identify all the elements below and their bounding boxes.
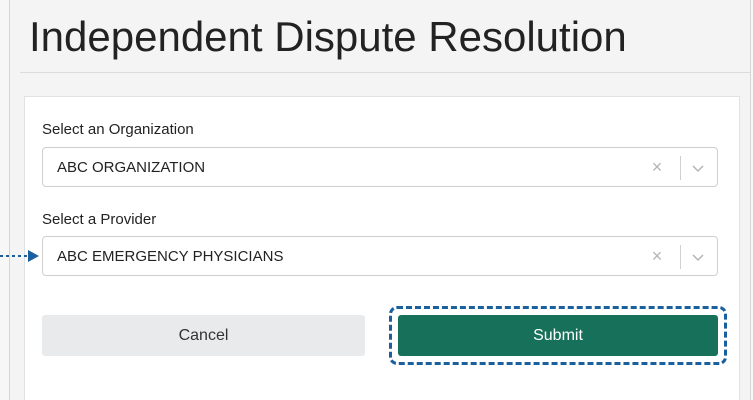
submit-highlight — [389, 306, 727, 365]
organization-select[interactable]: ABC ORGANIZATION × — [42, 147, 718, 187]
provider-label: Select a Provider — [42, 211, 157, 228]
page-title: Independent Dispute Resolution — [29, 13, 627, 60]
close-icon[interactable]: × — [649, 158, 665, 176]
chevron-down-icon[interactable] — [691, 161, 705, 175]
provider-selected-value: ABC EMERGENCY PHYSICIANS — [57, 248, 284, 265]
title-divider — [20, 72, 750, 73]
select-separator — [680, 245, 681, 269]
organization-selected-value: ABC ORGANIZATION — [57, 159, 206, 176]
provider-select[interactable]: ABC EMERGENCY PHYSICIANS × — [42, 236, 718, 276]
organization-label: Select an Organization — [42, 121, 194, 138]
cancel-button[interactable]: Cancel — [42, 315, 365, 356]
arrow-right-icon — [0, 250, 39, 262]
select-separator — [680, 156, 681, 180]
close-icon[interactable]: × — [649, 247, 665, 265]
chevron-down-icon[interactable] — [691, 250, 705, 264]
